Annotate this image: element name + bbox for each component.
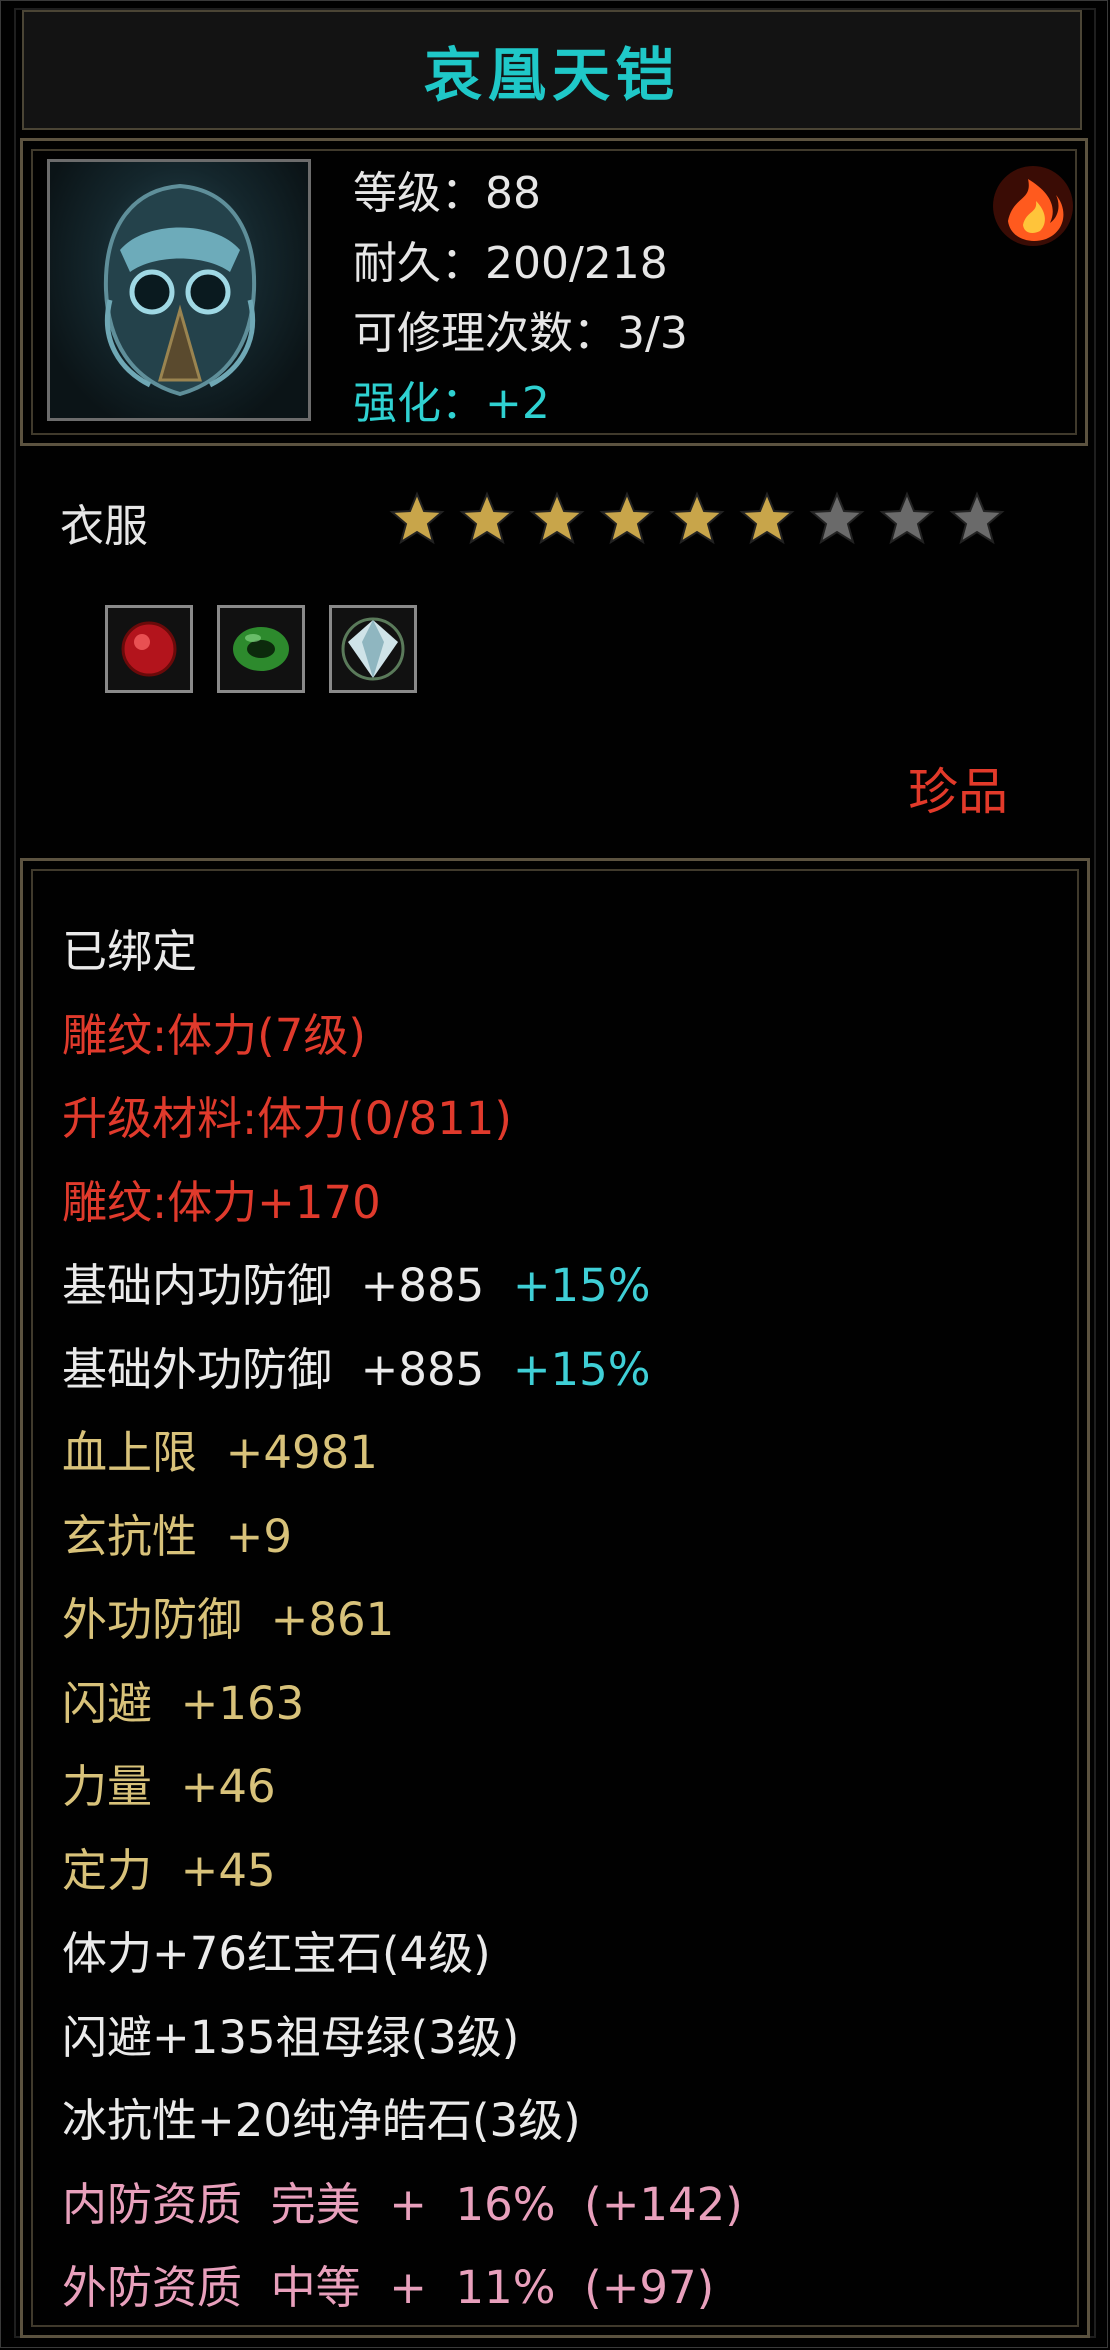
star-filled-icon xyxy=(389,491,445,545)
xuan-resistance: 玄抗性 +9 xyxy=(62,1509,292,1563)
star-empty-icon xyxy=(949,491,1005,545)
dodge: 闪避 +163 xyxy=(62,1676,305,1730)
item-name: 哀凰天铠 xyxy=(423,41,680,109)
item-repairs: 可修理次数：3/3 xyxy=(353,308,688,359)
item-enhance: 强化：+2 xyxy=(353,378,550,429)
socket-gems xyxy=(105,605,417,693)
strength: 力量 +46 xyxy=(62,1760,276,1813)
star-filled-icon xyxy=(599,491,655,545)
white-diamond-icon xyxy=(329,605,417,693)
base-inner-defense: 基础内功防御 +885 +15% xyxy=(62,1259,651,1312)
star-filled-icon xyxy=(529,491,585,545)
title-bar: 哀凰天铠 xyxy=(22,10,1082,130)
star-empty-icon xyxy=(879,491,935,545)
gem-bonus-2: 闪避+135祖母绿(3级) xyxy=(62,2010,520,2064)
item-stats: 等级：88 耐久：200/218 可修理次数：3/3 强化：+2 xyxy=(353,159,688,439)
green-jade-icon xyxy=(217,605,305,693)
star-filled-icon xyxy=(669,491,725,545)
item-level: 等级：88 xyxy=(353,168,541,219)
item-durability: 耐久：200/218 xyxy=(353,238,668,289)
outer-defense: 外功防御 +861 xyxy=(62,1593,395,1646)
hp-max: 血上限 +4981 xyxy=(62,1426,378,1479)
armor-helmet-icon xyxy=(47,159,311,421)
item-header: 等级：88 耐久：200/218 可修理次数：3/3 强化：+2 xyxy=(20,138,1088,446)
focus: 定力 +45 xyxy=(62,1843,276,1897)
star-rating xyxy=(388,490,1006,548)
rarity-label: 珍品 xyxy=(908,763,1008,821)
star-filled-icon xyxy=(739,491,795,545)
gem-bonus-3: 冰抗性+20纯净皓石(3级) xyxy=(62,2094,581,2147)
item-category: 衣服 xyxy=(60,501,148,552)
star-filled-icon xyxy=(459,491,515,545)
engrave-level: 雕纹:体力(7级) xyxy=(62,1008,366,1062)
base-outer-defense: 基础外功防御 +885 +15% xyxy=(62,1342,651,1396)
upgrade-material: 升级材料:体力(0/811) xyxy=(62,1092,512,1145)
red-gem-icon xyxy=(105,605,193,693)
helmet-graphic xyxy=(103,183,257,397)
inner-defense-quality: 内防资质 完美 + 16% (+142) xyxy=(62,2177,743,2231)
star-empty-icon xyxy=(809,491,865,545)
item-details: 已绑定 雕纹:体力(7级) 升级材料:体力(0/811) 雕纹:体力+170 基… xyxy=(62,910,743,2330)
fire-element-icon xyxy=(993,166,1073,246)
outer-defense-quality: 外防资质 中等 + 11% (+97) xyxy=(62,2261,715,2314)
gem-bonus-1: 体力+76红宝石(4级) xyxy=(62,1927,491,1980)
engrave-bonus: 雕纹:体力+170 xyxy=(62,1175,381,1229)
bound-status: 已绑定 xyxy=(62,925,198,978)
